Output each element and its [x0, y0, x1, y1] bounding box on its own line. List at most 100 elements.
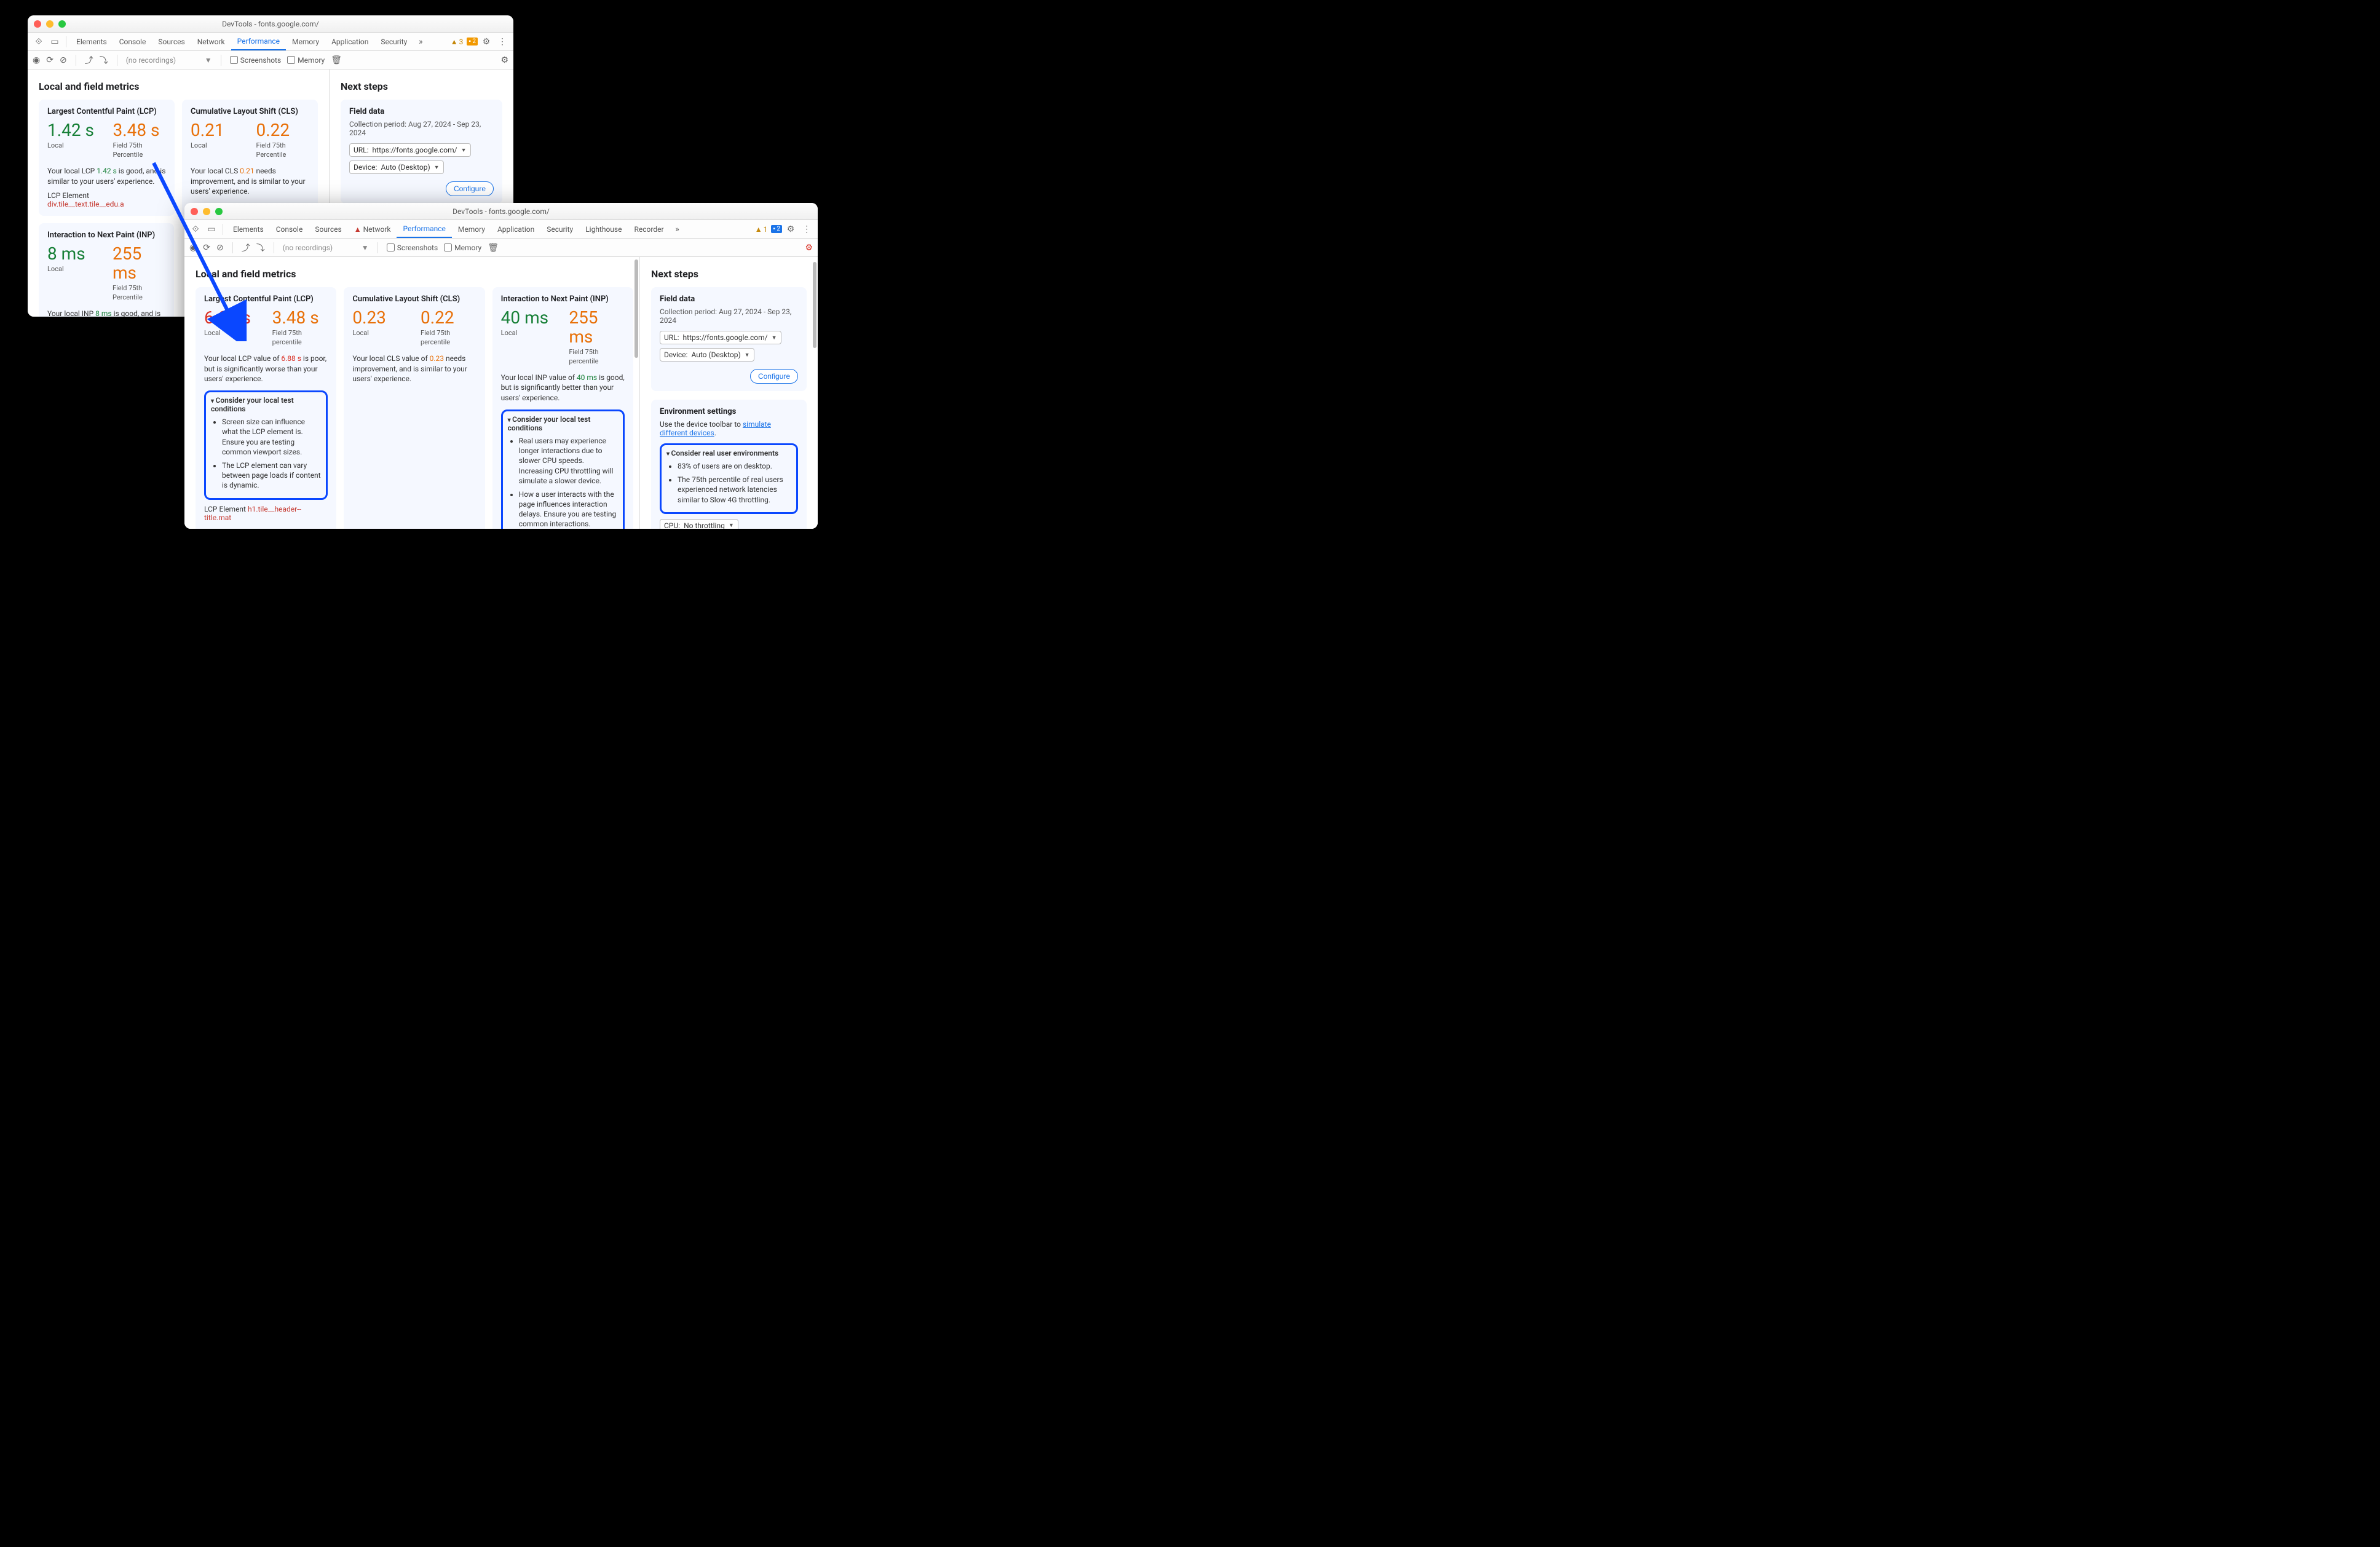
tab-elements[interactable]: Elements [70, 33, 113, 50]
inspect-icon[interactable]: ⟐ [31, 37, 46, 47]
device-toolbar-icon[interactable]: ▭ [47, 37, 62, 47]
tab-sources[interactable]: Sources [152, 33, 191, 50]
content: Local and field metrics Largest Contentf… [184, 257, 818, 529]
url-select[interactable]: URL: https://fonts.google.com/▼ [660, 331, 781, 344]
lcp-field-value: 3.48 s [113, 121, 167, 140]
configure-button[interactable]: Configure [750, 369, 798, 384]
tab-memory[interactable]: Memory [286, 33, 325, 50]
device-select[interactable]: Device: Auto (Desktop)▼ [349, 160, 444, 174]
inp-title: Interaction to Next Paint (INP) [47, 231, 165, 240]
scrollbar[interactable] [813, 262, 816, 348]
lcp-element[interactable]: LCP Element h1.tile__header--title.mat [204, 505, 328, 522]
download-icon[interactable]: ⤵ [256, 242, 265, 254]
screenshots-checkbox[interactable]: Screenshots [230, 56, 281, 65]
clear-icon[interactable]: ⊘ [60, 55, 67, 65]
inp-local-value: 8 ms [47, 245, 100, 264]
lcp-local-value: 1.42 s [47, 121, 101, 140]
lcp-card: Largest Contentful Paint (LCP) 6.88 s Lo… [196, 287, 336, 529]
tab-application[interactable]: Application [491, 220, 540, 238]
cls-field-value: 0.22 [421, 309, 476, 328]
lcp-consider-details[interactable]: Consider your local test conditions Scre… [211, 396, 321, 490]
tab-console[interactable]: Console [113, 33, 152, 50]
kebab-menu-icon[interactable]: ⋮ [495, 37, 510, 47]
close-icon[interactable] [34, 20, 41, 28]
titlebar: DevTools - fonts.google.com/ [28, 15, 513, 33]
url-select[interactable]: URL: https://fonts.google.com/▼ [349, 143, 471, 157]
settings-icon[interactable]: ⚙ [783, 224, 798, 234]
panel-settings-icon[interactable]: ⚙ [805, 243, 813, 253]
minimize-icon[interactable] [46, 20, 53, 28]
minimize-icon[interactable] [203, 208, 210, 215]
cpu-throttling-select[interactable]: CPU: No throttling▼ [660, 519, 738, 529]
next-steps-title: Next steps [651, 268, 807, 280]
env-consider-details[interactable]: Consider real user environments 83% of u… [666, 449, 791, 505]
lcp-title: Largest Contentful Paint (LCP) [47, 107, 166, 116]
tab-memory[interactable]: Memory [452, 220, 491, 238]
cls-local-value: 0.23 [352, 309, 408, 328]
traffic-lights [191, 208, 223, 215]
lcp-local-value: 6.88 s [204, 309, 260, 328]
tab-console[interactable]: Console [270, 220, 309, 238]
gc-icon[interactable]: 🗑 [331, 55, 342, 65]
tab-network[interactable]: Network [191, 33, 231, 50]
environment-settings-card: Environment settings Use the device tool… [651, 400, 807, 529]
tab-application[interactable]: Application [325, 33, 374, 50]
device-toolbar-icon[interactable]: ▭ [204, 224, 219, 234]
more-tabs-icon[interactable]: » [413, 37, 428, 47]
warnings-badge[interactable]: ▲ 1 [753, 225, 770, 234]
tab-performance[interactable]: Performance [397, 220, 451, 238]
tab-elements[interactable]: Elements [227, 220, 270, 238]
settings-icon[interactable]: ⚙ [479, 37, 494, 47]
device-select[interactable]: Device: Auto (Desktop)▼ [660, 348, 754, 362]
cls-field-value: 0.22 [256, 121, 310, 140]
recordings-select[interactable]: (no recordings) ▼ [126, 56, 212, 65]
record-icon[interactable]: ◉ [33, 55, 40, 65]
scrollbar[interactable] [635, 259, 638, 358]
panel-tabs: Elements Console Sources ▲ Network Perfo… [227, 220, 685, 238]
tab-security[interactable]: Security [374, 33, 413, 50]
panel-tabs: Elements Console Sources Network Perform… [70, 33, 428, 50]
issues-badge[interactable]: ▪ 2 [771, 225, 782, 233]
cls-message: Your local CLS 0.21 needs improvement, a… [191, 166, 309, 197]
lcp-element[interactable]: LCP Element div.tile__text.tile__edu.a [47, 191, 166, 208]
tab-network[interactable]: ▲ Network [348, 220, 397, 238]
tab-sources[interactable]: Sources [309, 220, 347, 238]
memory-checkbox[interactable]: Memory [287, 56, 325, 65]
clear-icon[interactable]: ⊘ [216, 243, 224, 253]
download-icon[interactable]: ⤵ [100, 54, 108, 66]
tab-lighthouse[interactable]: Lighthouse [579, 220, 628, 238]
field-data-card: Field data Collection period: Aug 27, 20… [341, 100, 502, 204]
devtools-window-2: DevTools - fonts.google.com/ ⟐ ▭ Element… [184, 203, 818, 529]
configure-button[interactable]: Configure [446, 181, 494, 196]
recordings-select[interactable]: (no recordings) ▼ [283, 243, 369, 252]
issues-badge[interactable]: ▪ 2 [467, 38, 478, 46]
tab-recorder[interactable]: Recorder [628, 220, 670, 238]
reload-icon[interactable]: ⟳ [203, 243, 210, 253]
more-tabs-icon[interactable]: » [670, 224, 685, 234]
main-panel: Local and field metrics Largest Contentf… [184, 257, 639, 529]
maximize-icon[interactable] [215, 208, 223, 215]
memory-checkbox[interactable]: Memory [444, 243, 481, 252]
inspect-icon[interactable]: ⟐ [188, 224, 203, 234]
tab-performance[interactable]: Performance [231, 33, 286, 50]
cls-title: Cumulative Layout Shift (CLS) [191, 107, 309, 116]
kebab-menu-icon[interactable]: ⋮ [799, 224, 814, 234]
inp-consider-details[interactable]: Consider your local test conditions Real… [508, 415, 618, 529]
main-toolbar: ⟐ ▭ Elements Console Sources ▲ Network P… [184, 220, 818, 239]
lcp-field-value: 3.48 s [272, 309, 328, 328]
env-consider-box: Consider real user environments 83% of u… [660, 443, 798, 514]
reload-icon[interactable]: ⟳ [46, 55, 53, 65]
record-icon[interactable]: ◉ [189, 243, 197, 253]
gc-icon[interactable]: 🗑 [488, 243, 499, 253]
collection-period: Collection period: Aug 27, 2024 - Sep 23… [349, 120, 494, 137]
close-icon[interactable] [191, 208, 198, 215]
next-steps-title: Next steps [341, 81, 502, 92]
screenshots-checkbox[interactable]: Screenshots [387, 243, 438, 252]
maximize-icon[interactable] [58, 20, 66, 28]
inp-local-value: 40 ms [501, 309, 557, 328]
panel-settings-icon[interactable]: ⚙ [500, 55, 508, 65]
warnings-badge[interactable]: ▲ 3 [448, 38, 466, 46]
upload-icon[interactable]: ⤴ [242, 242, 250, 254]
upload-icon[interactable]: ⤴ [85, 54, 93, 66]
tab-security[interactable]: Security [540, 220, 579, 238]
